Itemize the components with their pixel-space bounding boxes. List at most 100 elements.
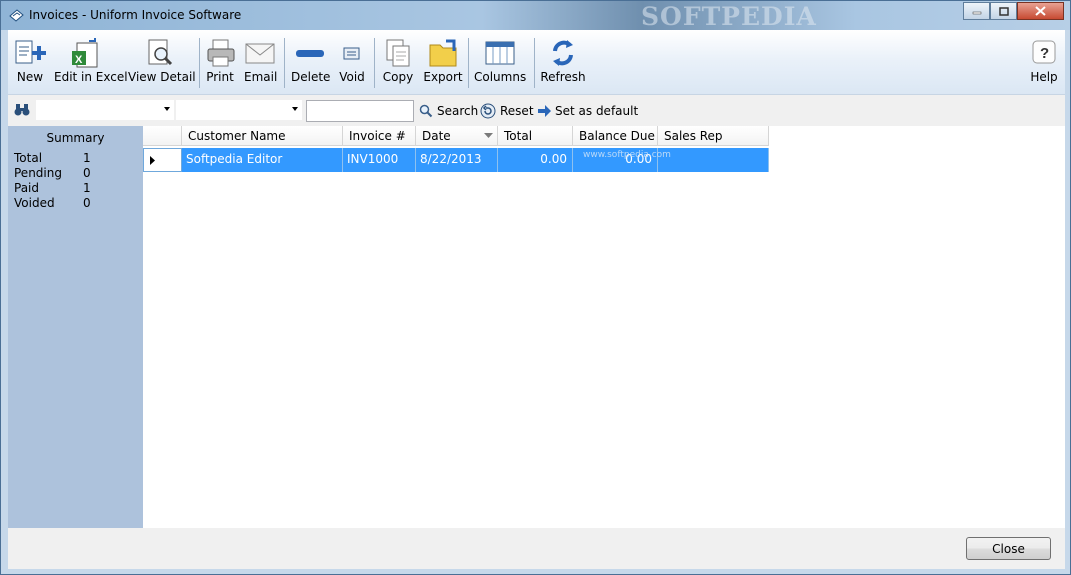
column-header-date[interactable]: Date xyxy=(416,126,498,146)
minimize-icon xyxy=(972,11,981,15)
reset-label: Reset xyxy=(500,104,534,118)
summary-voided-value: 0 xyxy=(83,196,91,210)
delete-button[interactable]: Delete xyxy=(291,36,331,92)
svg-text:?: ? xyxy=(1040,45,1049,62)
row-header-corner xyxy=(143,126,182,146)
export-label: Export xyxy=(423,70,463,84)
reset-button[interactable]: Reset xyxy=(480,102,534,120)
new-document-icon xyxy=(15,40,46,64)
set-as-default-button[interactable]: Set as default xyxy=(537,102,638,120)
maximize-icon xyxy=(998,6,1009,16)
invoice-grid: Customer Name Invoice # Date Total Balan… xyxy=(143,126,1065,528)
email-label: Email xyxy=(244,70,278,84)
reset-icon xyxy=(480,103,496,119)
printer-icon xyxy=(207,39,235,67)
delete-label: Delete xyxy=(291,70,331,84)
chevron-down-icon xyxy=(164,107,170,111)
close-icon xyxy=(1035,6,1046,16)
filter-field-combo[interactable] xyxy=(36,100,174,120)
summary-voided-label: Voided xyxy=(14,196,55,210)
void-button[interactable]: Void xyxy=(337,36,367,92)
cell-invoice[interactable]: INV1000 xyxy=(343,148,416,172)
row-selector[interactable] xyxy=(143,148,182,172)
filter-operator-combo[interactable] xyxy=(176,100,302,120)
view-detail-button[interactable]: View Detail xyxy=(128,36,196,92)
void-icon xyxy=(343,47,360,60)
summary-title: Summary xyxy=(46,131,105,145)
email-button[interactable]: Email xyxy=(244,36,278,92)
refresh-button[interactable]: Refresh xyxy=(540,36,586,92)
edit-in-excel-button[interactable]: X Edit in Excel xyxy=(54,36,128,92)
copy-button[interactable]: Copy xyxy=(381,36,415,92)
sort-desc-icon xyxy=(484,133,493,138)
export-folder-icon xyxy=(429,39,457,67)
export-button[interactable]: Export xyxy=(423,36,463,92)
summary-total-value: 1 xyxy=(83,151,91,165)
column-header-customer[interactable]: Customer Name xyxy=(182,126,343,146)
excel-icon: X xyxy=(72,38,98,68)
client-area: New X Edit in Excel View Detail Print Em… xyxy=(8,30,1065,569)
new-button[interactable]: New xyxy=(12,36,48,92)
cell-sales-rep[interactable] xyxy=(658,148,769,172)
help-button[interactable]: ? Help xyxy=(1028,36,1060,92)
binoculars-icon xyxy=(14,104,30,116)
search-button[interactable]: Search xyxy=(419,102,478,120)
column-header-sales-rep[interactable]: Sales Rep xyxy=(658,126,769,146)
summary-paid-value: 1 xyxy=(83,181,91,195)
columns-icon xyxy=(485,41,515,65)
window-title: Invoices - Uniform Invoice Software xyxy=(29,8,242,22)
table-row[interactable]: Softpedia Editor INV1000 8/22/2013 0.00 … xyxy=(143,148,769,172)
columns-label: Columns xyxy=(474,70,527,84)
print-label: Print xyxy=(206,70,234,84)
footer-bar xyxy=(8,528,1065,569)
set-as-default-label: Set as default xyxy=(555,104,639,118)
cell-date[interactable]: 8/22/2013 xyxy=(416,148,498,172)
toolbar: New X Edit in Excel View Detail Print Em… xyxy=(8,30,1065,95)
edit-in-excel-label: Edit in Excel xyxy=(54,70,128,84)
minus-icon xyxy=(296,50,324,57)
magnifier-document-icon xyxy=(148,39,173,66)
summary-total-label: Total xyxy=(14,151,43,165)
svg-text:X: X xyxy=(75,54,83,66)
summary-pending-value: 0 xyxy=(83,166,91,180)
toolbar-separator xyxy=(468,38,469,88)
print-button[interactable]: Print xyxy=(205,36,235,92)
arrow-right-icon xyxy=(538,105,551,117)
column-header-invoice[interactable]: Invoice # xyxy=(343,126,416,146)
column-header-balance[interactable]: Balance Due xyxy=(573,126,658,146)
column-header-total[interactable]: Total xyxy=(498,126,573,146)
summary-panel: Summary Total 1 Pending 0 Paid 1 Voided … xyxy=(8,126,143,528)
envelope-icon xyxy=(245,43,275,64)
maximize-button[interactable] xyxy=(990,2,1017,20)
watermark-logo: SOFTPEDIA xyxy=(641,2,817,31)
summary-pending-label: Pending xyxy=(14,166,62,180)
app-window: Invoices - Uniform Invoice Software SOFT… xyxy=(0,0,1071,575)
row-pointer-icon xyxy=(150,156,155,165)
title-bar[interactable]: Invoices - Uniform Invoice Software SOFT… xyxy=(1,1,1070,31)
help-icon: ? xyxy=(1032,40,1056,64)
watermark-url: www.softpedia.com xyxy=(583,150,671,160)
toolbar-separator xyxy=(284,38,285,88)
copy-icon xyxy=(386,39,410,67)
cell-customer[interactable]: Softpedia Editor xyxy=(182,148,343,172)
minimize-button[interactable] xyxy=(963,2,990,20)
chevron-down-icon xyxy=(292,107,298,111)
refresh-label: Refresh xyxy=(540,70,586,84)
app-icon xyxy=(9,9,24,22)
close-button[interactable]: Close xyxy=(966,537,1051,560)
void-label: Void xyxy=(339,70,365,84)
cell-total[interactable]: 0.00 xyxy=(498,148,573,172)
summary-paid-label: Paid xyxy=(14,181,40,195)
toolbar-separator xyxy=(199,38,200,88)
search-input[interactable] xyxy=(306,100,414,122)
column-header-date-label: Date xyxy=(422,129,451,143)
search-icon xyxy=(419,104,433,118)
columns-button[interactable]: Columns xyxy=(474,36,526,92)
view-detail-label: View Detail xyxy=(128,70,196,84)
toolbar-separator xyxy=(374,38,375,88)
new-label: New xyxy=(16,70,44,84)
close-window-button[interactable] xyxy=(1017,2,1064,20)
filter-bar: Search Reset Set as default xyxy=(8,96,1065,124)
search-label: Search xyxy=(437,104,479,118)
refresh-icon xyxy=(553,40,573,66)
